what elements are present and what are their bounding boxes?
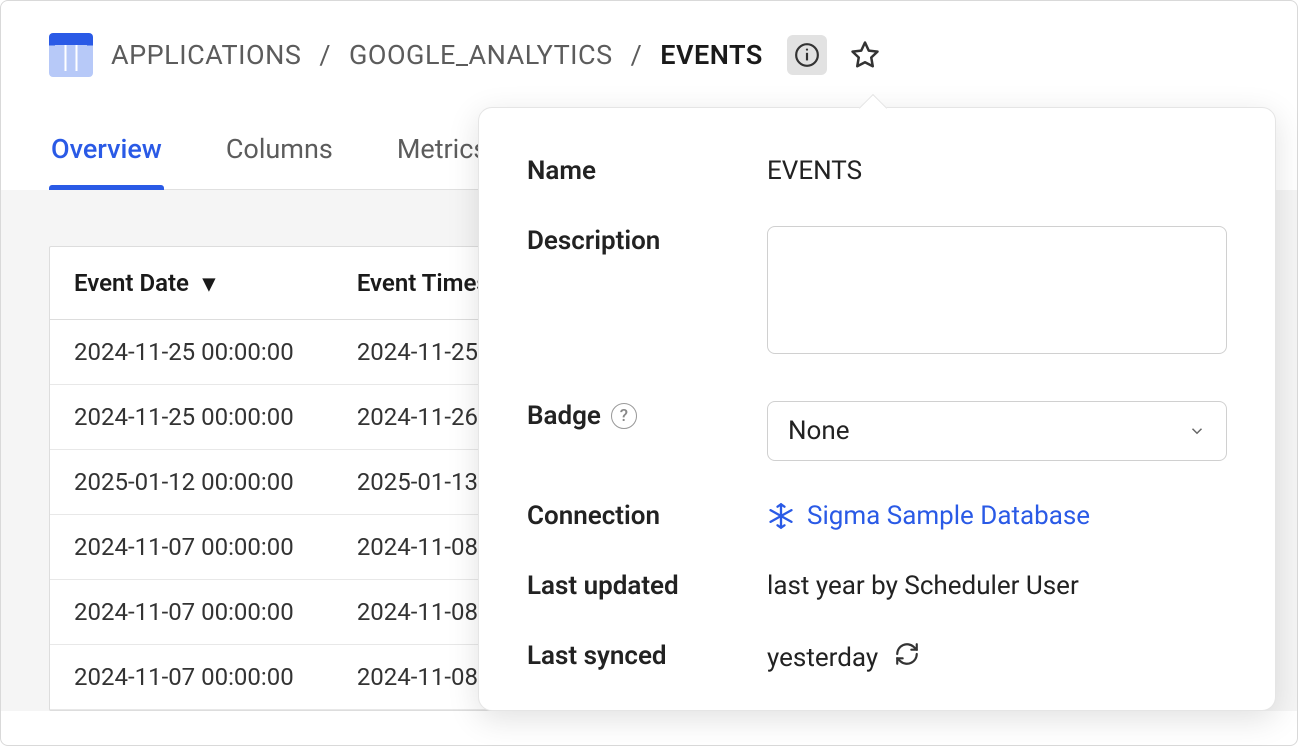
label-badge-text: Badge bbox=[527, 401, 601, 431]
cell-event_date: 2024-11-25 00:00:00 bbox=[50, 320, 333, 385]
info-popover: Name EVENTS Description Badge ? None Con… bbox=[478, 107, 1276, 711]
label-last-synced: Last synced bbox=[527, 641, 767, 671]
badge-value: None bbox=[788, 416, 850, 446]
crumb-separator: / bbox=[631, 39, 643, 71]
table-icon bbox=[49, 33, 93, 77]
help-icon[interactable]: ? bbox=[611, 403, 637, 429]
cell-event_date: 2024-11-07 00:00:00 bbox=[50, 645, 333, 710]
description-input[interactable] bbox=[767, 226, 1227, 354]
connection-link[interactable]: Sigma Sample Database bbox=[767, 501, 1227, 531]
refresh-button[interactable] bbox=[894, 641, 920, 674]
label-name: Name bbox=[527, 156, 767, 186]
value-last-synced: yesterday bbox=[767, 643, 878, 673]
info-button[interactable] bbox=[787, 35, 827, 75]
tab-overview[interactable]: Overview bbox=[49, 133, 164, 189]
badge-select[interactable]: None bbox=[767, 401, 1227, 461]
info-icon bbox=[794, 42, 820, 68]
cell-event_date: 2024-11-07 00:00:00 bbox=[50, 580, 333, 645]
crumb-google-analytics[interactable]: GOOGLE_ANALYTICS bbox=[349, 39, 613, 71]
cell-event_date: 2024-11-07 00:00:00 bbox=[50, 515, 333, 580]
tab-metrics[interactable]: Metrics bbox=[395, 133, 490, 189]
connection-name: Sigma Sample Database bbox=[807, 501, 1090, 531]
label-last-updated: Last updated bbox=[527, 571, 767, 601]
favorite-button[interactable] bbox=[845, 35, 885, 75]
snowflake-icon bbox=[767, 502, 795, 530]
chevron-down-icon: ▾ bbox=[203, 269, 215, 297]
cell-event_date: 2025-01-12 00:00:00 bbox=[50, 450, 333, 515]
label-connection: Connection bbox=[527, 501, 767, 531]
star-icon bbox=[850, 40, 880, 70]
crumb-applications[interactable]: APPLICATIONS bbox=[111, 39, 301, 71]
cell-event_date: 2024-11-25 00:00:00 bbox=[50, 385, 333, 450]
breadcrumb: APPLICATIONS / GOOGLE_ANALYTICS / EVENTS bbox=[49, 33, 1249, 77]
tab-columns[interactable]: Columns bbox=[224, 133, 335, 189]
value-last-updated: last year by Scheduler User bbox=[767, 571, 1227, 601]
chevron-down-icon bbox=[1188, 422, 1206, 440]
label-badge: Badge ? bbox=[527, 401, 767, 431]
col-label: Event Date bbox=[74, 269, 189, 297]
value-name: EVENTS bbox=[767, 156, 1227, 186]
col-event-date[interactable]: Event Date ▾ bbox=[50, 247, 333, 320]
crumb-events[interactable]: EVENTS bbox=[660, 39, 763, 71]
crumb-separator: / bbox=[319, 39, 331, 71]
label-description: Description bbox=[527, 226, 767, 256]
refresh-icon bbox=[894, 641, 920, 667]
